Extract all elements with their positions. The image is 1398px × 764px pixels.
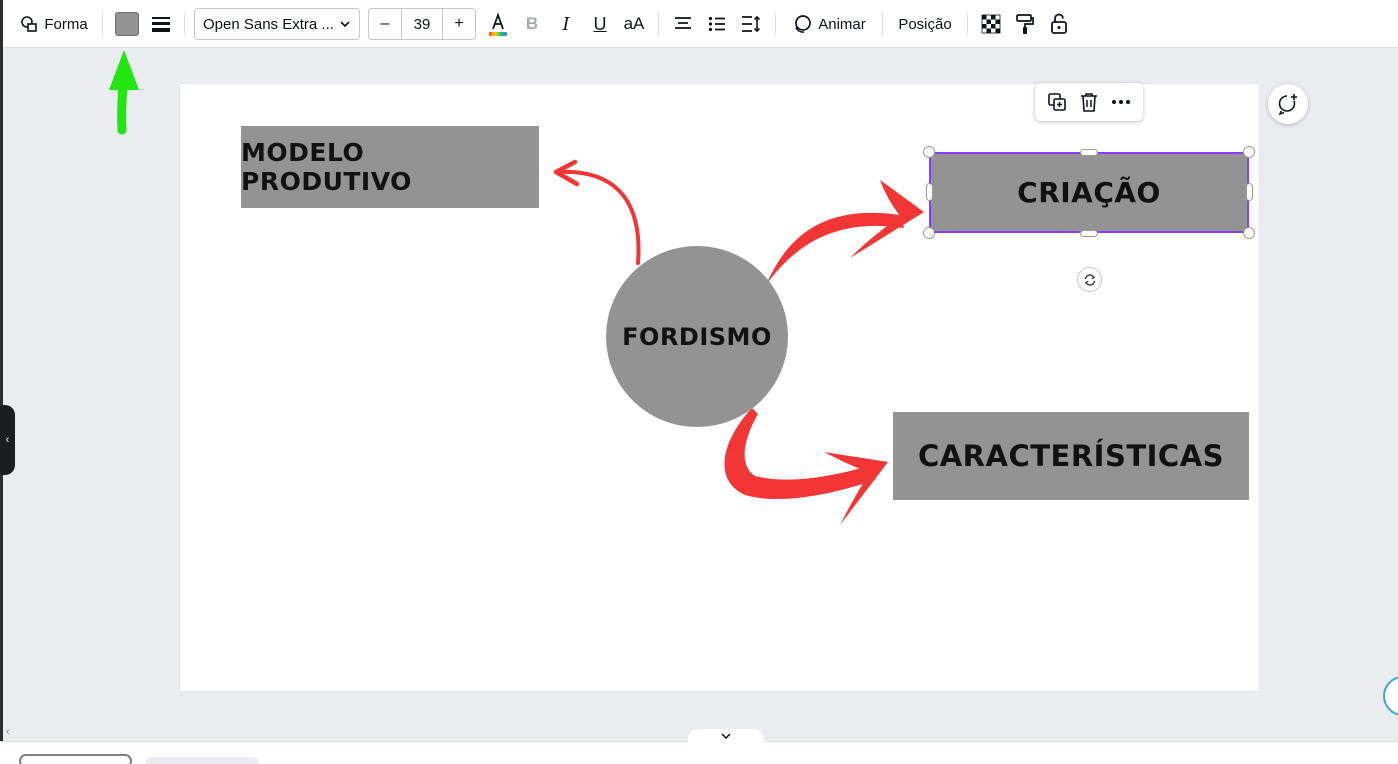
thick-curved-arrow-top <box>766 212 904 285</box>
resize-handle-right[interactable] <box>1246 183 1253 201</box>
page-thumbnail-2[interactable] <box>146 757 259 764</box>
circle-fordismo[interactable]: FORDISMO <box>606 246 788 427</box>
resize-handle-top-right[interactable] <box>1243 146 1255 158</box>
resize-handle-top-left[interactable] <box>923 146 935 158</box>
resize-handle-top[interactable] <box>1080 149 1098 156</box>
duplicate-icon <box>1048 93 1066 111</box>
duplicate-button[interactable] <box>1044 89 1070 115</box>
more-dots-icon <box>1112 100 1130 104</box>
collapse-pages-button[interactable] <box>688 729 764 743</box>
resize-handle-bottom-left[interactable] <box>923 227 935 239</box>
box-modelo-produtivo-text: MODELO PRODUTIVO <box>241 138 412 196</box>
thick-curved-arrow-bottom <box>724 408 875 500</box>
selection-frame <box>929 152 1249 233</box>
page-thumbnail-1[interactable] <box>19 754 132 764</box>
rotate-icon <box>1084 273 1095 286</box>
trash-icon <box>1081 93 1097 112</box>
resize-handle-left[interactable] <box>926 183 933 201</box>
box-caracteristicas-text: CARACTERÍSTICAS <box>917 439 1225 473</box>
scroll-left-icon[interactable]: ‹ <box>6 726 10 738</box>
element-quick-actions <box>1035 83 1143 121</box>
circle-fordismo-text: FORDISMO <box>622 322 772 351</box>
delete-button[interactable] <box>1076 89 1102 115</box>
comment-add-icon <box>1278 94 1297 115</box>
box-caracteristicas[interactable]: CARACTERÍSTICAS <box>893 412 1249 500</box>
thin-curved-arrow <box>558 169 641 265</box>
rotate-handle[interactable] <box>1077 267 1102 292</box>
add-comment-button[interactable] <box>1268 84 1308 124</box>
chevron-down-icon <box>721 733 731 740</box>
box-modelo-produtivo[interactable]: MODELO PRODUTIVO <box>241 126 539 208</box>
resize-handle-bottom-right[interactable] <box>1243 227 1255 239</box>
resize-handle-bottom[interactable] <box>1080 230 1098 237</box>
more-options-button[interactable] <box>1108 89 1134 115</box>
